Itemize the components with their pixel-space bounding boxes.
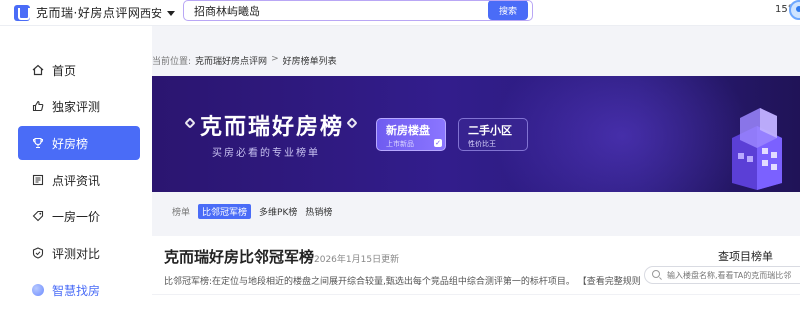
breadcrumb-current: 好房榜单列表	[282, 57, 337, 67]
sidebar: 首页 独家评测 好房榜 点评资讯 一房一价 评测对比 智慧找房	[0, 26, 152, 313]
city-label: 西安	[140, 7, 162, 20]
thumbs-up-icon	[32, 100, 44, 112]
sidebar-item-home[interactable]: 首页	[18, 53, 140, 87]
ranking-card: 克而瑞好房比邻冠军榜 2026年1月15日更新 比邻冠军榜:在定位与地段相近的楼…	[152, 236, 800, 313]
ranking-description: 比邻冠军榜:在定位与地段相近的楼盘之间展开综合较量,甄选出每个竞品组中综合测评第…	[164, 274, 640, 287]
ranking-description-text: 比邻冠军榜:在定位与地段相近的楼盘之间展开综合较量,甄选出每个竞品组中综合测评第…	[164, 277, 575, 287]
price-icon	[32, 210, 44, 222]
second-hand-button[interactable]: 二手小区 性价比王	[458, 118, 528, 151]
brand-name: 克而瑞·好房点评网	[36, 6, 141, 20]
ranking-title: 克而瑞好房比邻冠军榜	[164, 248, 315, 266]
news-icon	[32, 174, 44, 186]
tabs-label: 榜单	[172, 208, 191, 218]
site-logo[interactable]: 克而瑞·好房点评网	[14, 4, 140, 21]
chevron-down-icon	[167, 10, 175, 16]
sidebar-item-label: 评测对比	[52, 246, 101, 261]
avatar[interactable]	[789, 0, 800, 20]
sidebar-item-label: 一房一价	[52, 209, 101, 224]
second-hand-sub: 性价比王	[468, 140, 496, 148]
sidebar-item-label: 智慧找房	[52, 283, 101, 298]
project-search-input[interactable]	[644, 266, 800, 284]
sidebar-item-news[interactable]: 点评资讯	[18, 163, 140, 197]
diamond-icon	[184, 117, 196, 129]
breadcrumb: 当前位置: 克而瑞好房点评网 > 好房榜单列表	[152, 54, 337, 67]
building-illustration-icon	[732, 108, 782, 190]
check-icon: ✓	[434, 139, 442, 147]
divider	[152, 294, 800, 295]
tab-multi-pk[interactable]: 多维PK榜	[259, 205, 297, 218]
home-icon	[32, 64, 44, 76]
breadcrumb-separator: >	[271, 54, 279, 64]
ranking-banner: 克而瑞好房榜 买房必看的专业榜单 新房楼盘 上市新品 ✓ 二手小区 性价比王	[152, 76, 800, 192]
ranking-update-date: 2026年1月15日更新	[314, 255, 400, 265]
tab-neighbor-champion[interactable]: 比邻冠军榜	[198, 204, 252, 219]
diamond-icon	[346, 117, 358, 129]
find-project-title: 查项目榜单	[718, 250, 773, 263]
logo-icon	[14, 4, 30, 21]
search-input[interactable]	[184, 1, 484, 20]
trophy-icon	[32, 137, 44, 149]
tab-hot-sales[interactable]: 热销榜	[305, 205, 332, 218]
search-bar: 搜索	[183, 0, 533, 21]
ranking-tabs: 榜单 比邻冠军榜 多维PK榜 热销榜	[172, 204, 332, 219]
breadcrumb-home-link[interactable]: 克而瑞好房点评网	[195, 54, 267, 67]
sidebar-item-exclusive-review[interactable]: 独家评测	[18, 89, 140, 123]
banner-glow	[492, 76, 752, 192]
city-selector[interactable]: 西安	[140, 5, 175, 21]
new-homes-button[interactable]: 新房楼盘 上市新品 ✓	[376, 118, 446, 151]
smart-search-icon	[32, 284, 44, 296]
new-homes-title: 新房楼盘	[386, 124, 430, 137]
banner-subtitle: 买房必看的专业榜单	[212, 148, 320, 159]
sidebar-item-label: 点评资讯	[52, 173, 101, 188]
sidebar-item-label: 好房榜	[52, 136, 89, 151]
banner-title: 克而瑞好房榜	[200, 115, 345, 140]
sidebar-item-compare[interactable]: 评测对比	[18, 236, 140, 270]
second-hand-title: 二手小区	[468, 124, 512, 137]
sidebar-item-price[interactable]: 一房一价	[18, 199, 140, 233]
sidebar-item-label: 首页	[52, 63, 77, 78]
sidebar-item-label: 独家评测	[52, 99, 101, 114]
full-rules-link[interactable]: 【查看完整规则】	[578, 277, 640, 287]
breadcrumb-prefix: 当前位置:	[152, 57, 192, 67]
top-bar: 克而瑞·好房点评网 西安 搜索 15°	[0, 0, 800, 26]
sidebar-item-ranking[interactable]: 好房榜	[18, 126, 140, 160]
search-button[interactable]: 搜索	[488, 1, 528, 20]
search-icon	[652, 270, 660, 278]
sidebar-item-smart-search[interactable]: 智慧找房	[18, 273, 140, 307]
compare-icon	[32, 247, 44, 259]
